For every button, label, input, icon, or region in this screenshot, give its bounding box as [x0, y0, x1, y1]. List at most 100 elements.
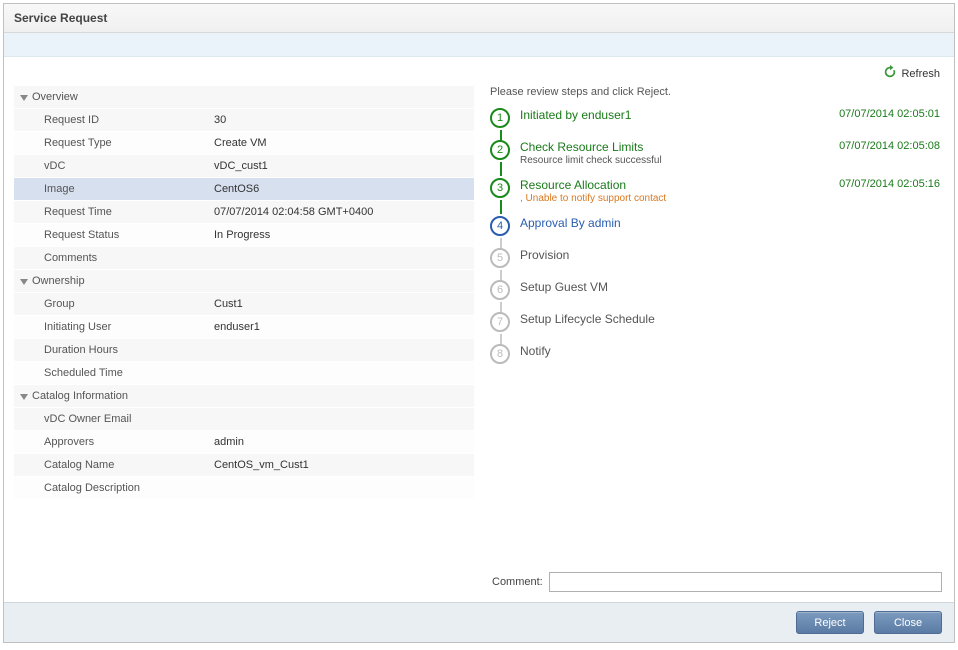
- row-image[interactable]: Image CentOS6: [14, 178, 474, 201]
- comment-row: Comment:: [490, 566, 944, 594]
- close-button[interactable]: Close: [874, 611, 942, 634]
- dialog-title: Service Request: [4, 4, 954, 33]
- row-request-time[interactable]: Request Time 07/07/2014 02:04:58 GMT+040…: [14, 201, 474, 224]
- step-number-icon: 1: [490, 108, 510, 128]
- refresh-icon: [883, 65, 897, 82]
- step-timestamp: 07/07/2014 02:05:08: [804, 140, 944, 152]
- step-connector: [500, 200, 502, 214]
- row-request-id[interactable]: Request ID 30: [14, 109, 474, 132]
- label: Group: [44, 298, 214, 310]
- step-connector: [500, 162, 502, 176]
- workflow-step: 4 Approval By admin: [490, 216, 944, 236]
- details-pane: Overview Request ID 30 Request Type Crea…: [14, 86, 474, 594]
- empty-rows: [14, 500, 474, 592]
- value: 30: [214, 114, 474, 126]
- row-comments[interactable]: Comments: [14, 247, 474, 270]
- step-title: Notify: [520, 344, 804, 358]
- workflow-step: 3 Resource Allocation, Unable to notify s…: [490, 178, 944, 204]
- step-title: Setup Guest VM: [520, 280, 804, 294]
- empty-row: [14, 546, 474, 569]
- step-number-icon: 2: [490, 140, 510, 160]
- value: vDC_cust1: [214, 160, 474, 172]
- workflow-step: 5 Provision: [490, 248, 944, 268]
- reject-button[interactable]: Reject: [796, 611, 864, 634]
- empty-row: [14, 500, 474, 523]
- value: In Progress: [214, 229, 474, 241]
- value: Cust1: [214, 298, 474, 310]
- step-number-icon: 8: [490, 344, 510, 364]
- step-number-icon: 4: [490, 216, 510, 236]
- label: Duration Hours: [44, 344, 214, 356]
- chevron-down-icon: [20, 279, 28, 285]
- row-initiating-user[interactable]: Initiating User enduser1: [14, 316, 474, 339]
- row-catalog-desc[interactable]: Catalog Description: [14, 477, 474, 500]
- instruction-text: Please review steps and click Reject.: [490, 86, 944, 98]
- label: Initiating User: [44, 321, 214, 333]
- label: Request Type: [44, 137, 214, 149]
- row-duration-hours[interactable]: Duration Hours: [14, 339, 474, 362]
- section-ownership[interactable]: Ownership: [14, 270, 474, 293]
- refresh-label: Refresh: [901, 68, 940, 80]
- row-vdc-owner-email[interactable]: vDC Owner Email: [14, 408, 474, 431]
- chevron-down-icon: [20, 95, 28, 101]
- step-title: Approval By admin: [520, 216, 804, 230]
- workflow-step: 7 Setup Lifecycle Schedule: [490, 312, 944, 332]
- dialog-footer: Reject Close: [4, 602, 954, 642]
- step-title: Provision: [520, 248, 804, 262]
- step-subtext: , Unable to notify support contact: [520, 193, 804, 204]
- header-band: [4, 33, 954, 57]
- label: Request Time: [44, 206, 214, 218]
- label: Catalog Description: [44, 482, 214, 494]
- step-body: Provision: [520, 248, 804, 262]
- step-body: Setup Guest VM: [520, 280, 804, 294]
- label: Approvers: [44, 436, 214, 448]
- step-body: Initiated by enduser1: [520, 108, 804, 122]
- step-body: Resource Allocation, Unable to notify su…: [520, 178, 804, 204]
- step-number-icon: 7: [490, 312, 510, 332]
- step-number-icon: 3: [490, 178, 510, 198]
- row-vdc[interactable]: vDC vDC_cust1: [14, 155, 474, 178]
- workflow-step: 8 Notify: [490, 344, 944, 364]
- row-scheduled-time[interactable]: Scheduled Time: [14, 362, 474, 385]
- workflow-step: 2 Check Resource LimitsResource limit che…: [490, 140, 944, 166]
- workflow-pane: Please review steps and click Reject. 1I…: [484, 86, 944, 594]
- label: Image: [44, 183, 214, 195]
- step-body: Approval By admin: [520, 216, 804, 230]
- row-request-type[interactable]: Request Type Create VM: [14, 132, 474, 155]
- step-body: Setup Lifecycle Schedule: [520, 312, 804, 326]
- value: 07/07/2014 02:04:58 GMT+0400: [214, 206, 474, 218]
- step-body: Check Resource LimitsResource limit chec…: [520, 140, 804, 166]
- row-catalog-name[interactable]: Catalog Name CentOS_vm_Cust1: [14, 454, 474, 477]
- step-number-icon: 5: [490, 248, 510, 268]
- section-overview-label: Overview: [32, 91, 78, 103]
- section-catalog[interactable]: Catalog Information: [14, 385, 474, 408]
- label: vDC: [44, 160, 214, 172]
- value: CentOS_vm_Cust1: [214, 459, 474, 471]
- label: Request Status: [44, 229, 214, 241]
- row-request-status[interactable]: Request Status In Progress: [14, 224, 474, 247]
- step-timestamp: 07/07/2014 02:05:01: [804, 108, 944, 120]
- label: Comments: [44, 252, 214, 264]
- step-title: Check Resource Limits: [520, 140, 804, 154]
- row-approvers[interactable]: Approvers admin: [14, 431, 474, 454]
- workflow-step: 6 Setup Guest VM: [490, 280, 944, 300]
- label: Request ID: [44, 114, 214, 126]
- section-overview[interactable]: Overview: [14, 86, 474, 109]
- chevron-down-icon: [20, 394, 28, 400]
- comment-input[interactable]: [549, 572, 942, 592]
- row-group[interactable]: Group Cust1: [14, 293, 474, 316]
- step-title: Resource Allocation: [520, 178, 804, 192]
- comment-label: Comment:: [492, 576, 543, 588]
- refresh-button[interactable]: Refresh: [883, 65, 940, 82]
- step-title: Initiated by enduser1: [520, 108, 804, 122]
- step-body: Notify: [520, 344, 804, 358]
- step-number-icon: 6: [490, 280, 510, 300]
- step-title: Setup Lifecycle Schedule: [520, 312, 804, 326]
- label: vDC Owner Email: [44, 413, 214, 425]
- empty-row: [14, 523, 474, 546]
- label: Scheduled Time: [44, 367, 214, 379]
- label: Catalog Name: [44, 459, 214, 471]
- value: Create VM: [214, 137, 474, 149]
- step-timestamp: 07/07/2014 02:05:16: [804, 178, 944, 190]
- toolbar: Refresh: [4, 57, 954, 86]
